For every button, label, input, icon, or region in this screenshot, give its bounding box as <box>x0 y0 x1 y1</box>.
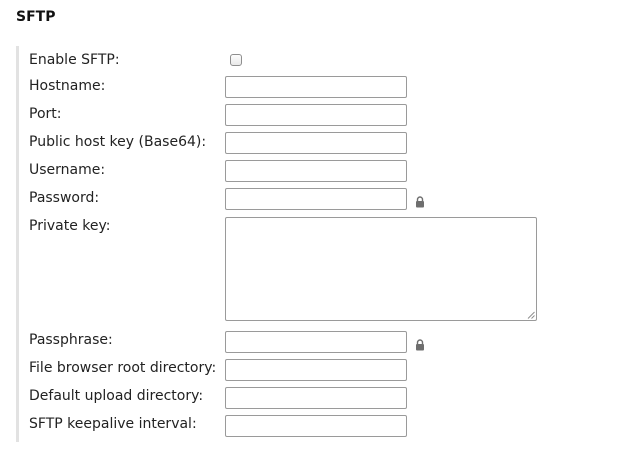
password-input[interactable] <box>225 188 407 210</box>
sftp-settings-section: Enable SFTP: Hostname: Port: Public host… <box>16 46 579 442</box>
port-label: Port: <box>29 106 62 122</box>
section-title: SFTP <box>16 9 56 25</box>
port-input[interactable] <box>225 104 407 126</box>
lock-icon <box>416 339 424 351</box>
password-label: Password: <box>29 190 100 206</box>
username-input[interactable] <box>225 160 407 182</box>
passphrase-input[interactable] <box>225 331 407 353</box>
public-host-key-label: Public host key (Base64): <box>29 134 207 150</box>
file-browser-root-label: File browser root directory: <box>29 360 217 376</box>
keepalive-interval-label: SFTP keepalive interval: <box>29 416 197 432</box>
resize-grip-icon[interactable] <box>527 311 535 319</box>
enable-sftp-checkbox[interactable] <box>230 54 242 66</box>
lock-icon <box>416 196 424 208</box>
keepalive-interval-input[interactable] <box>225 415 407 437</box>
file-browser-root-input[interactable] <box>225 359 407 381</box>
hostname-label: Hostname: <box>29 78 106 94</box>
private-key-textarea[interactable] <box>225 217 537 321</box>
public-host-key-input[interactable] <box>225 132 407 154</box>
username-label: Username: <box>29 162 106 178</box>
default-upload-dir-label: Default upload directory: <box>29 388 204 404</box>
passphrase-label: Passphrase: <box>29 332 113 348</box>
default-upload-dir-input[interactable] <box>225 387 407 409</box>
hostname-input[interactable] <box>225 76 407 98</box>
private-key-label: Private key: <box>29 218 111 234</box>
enable-sftp-label: Enable SFTP: <box>29 52 120 68</box>
